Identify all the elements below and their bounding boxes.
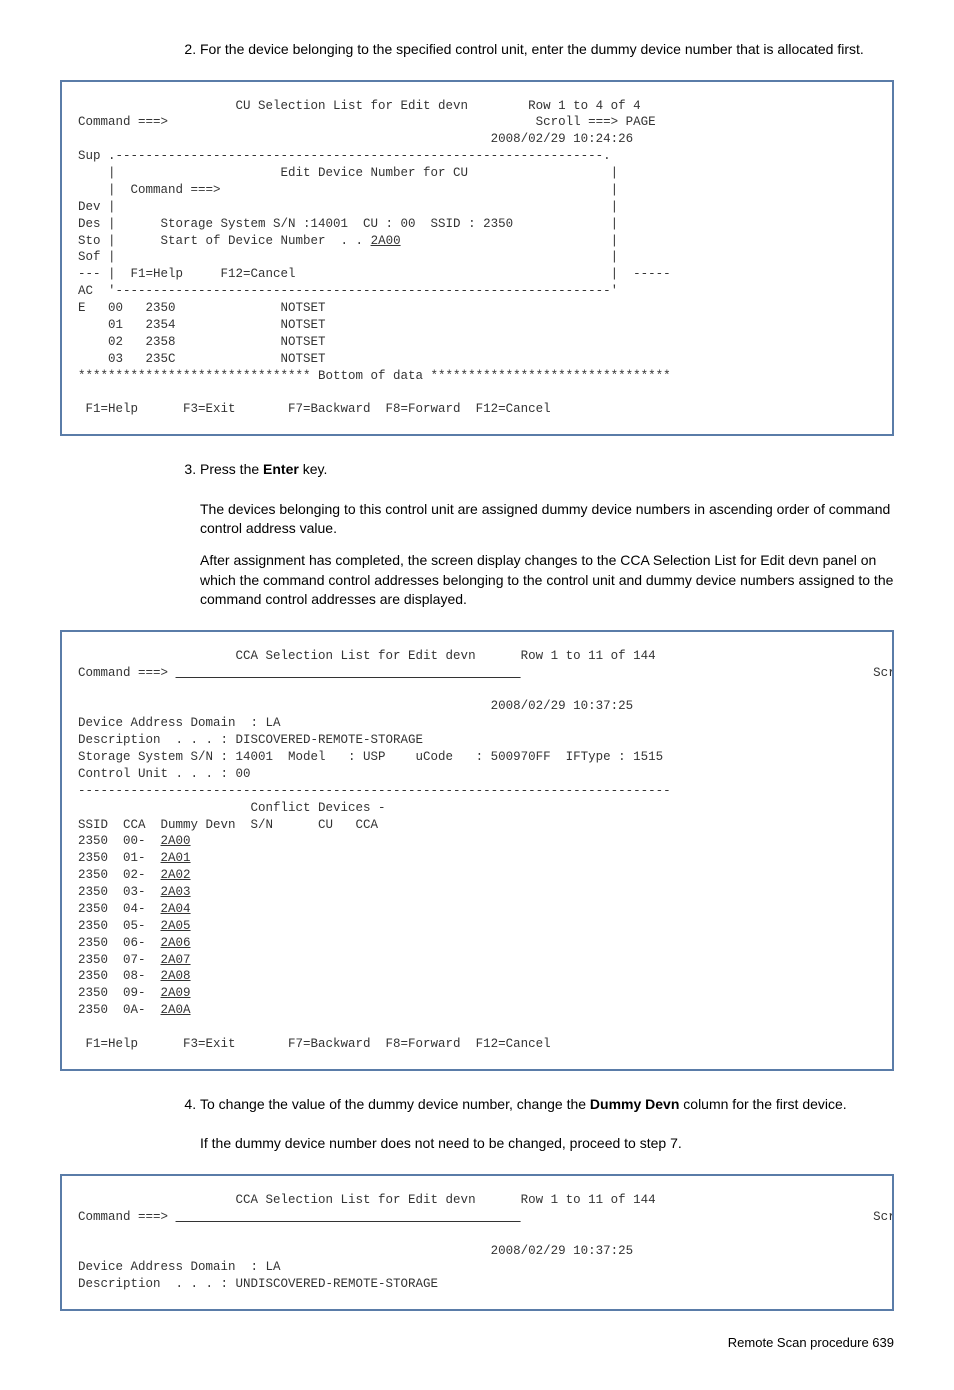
- terminal-panel-1: CU Selection List for Edit devn Row 1 to…: [60, 80, 894, 437]
- t2-d2: Description . . . : DISCOVERED-REMOTE-ST…: [78, 733, 423, 747]
- t2-cmd-input[interactable]: [176, 666, 521, 680]
- t1-fkeys: F1=Help F3=Exit F7=Backward F8=Forward F…: [78, 402, 551, 416]
- t3-title: CCA Selection List for Edit devn Row 1 t…: [78, 1193, 656, 1207]
- t3-cmdpre: Command ===>: [78, 1210, 176, 1224]
- t2-row: 2350 08-: [78, 969, 161, 983]
- t2-row: 2350 07-: [78, 953, 161, 967]
- t2-devn-0[interactable]: 2A00: [161, 834, 191, 848]
- t2-row: 2350 01-: [78, 851, 161, 865]
- step-3: Press the Enter key.: [200, 460, 894, 480]
- t2-sep: ----------------------------------------…: [78, 784, 671, 798]
- t2-hdr1: Conflict Devices -: [78, 801, 386, 815]
- s4-p1: If the dummy device number does not need…: [200, 1134, 894, 1154]
- t3-d2: Description . . . : UNDISCOVERED-REMOTE-…: [78, 1277, 438, 1291]
- t2-devn-6[interactable]: 2A06: [161, 936, 191, 950]
- t1-r3: 02 2358 NOTSET: [78, 335, 326, 349]
- t2-row: 2350 0A-: [78, 1003, 161, 1017]
- t2-devn-2[interactable]: 2A02: [161, 868, 191, 882]
- t2-devn-4[interactable]: 2A04: [161, 902, 191, 916]
- t2-d3: Storage System S/N : 14001 Model : USP u…: [78, 750, 663, 764]
- t1-r1: E 00 2350 NOTSET: [78, 301, 326, 315]
- t2-row: 2350 03-: [78, 885, 161, 899]
- terminal-panel-2: CCA Selection List for Edit devn Row 1 t…: [60, 630, 894, 1071]
- t2-date: 2008/02/29 10:37:25: [78, 699, 633, 713]
- t1-cmd: Command ===> Scroll ===> PAGE: [78, 115, 656, 129]
- t1-r4: 03 235C NOTSET: [78, 352, 326, 366]
- t2-row: 2350 05-: [78, 919, 161, 933]
- t2-devn-1[interactable]: 2A01: [161, 851, 191, 865]
- t1-l4: Des | Storage System S/N :14001 CU : 00 …: [78, 217, 618, 231]
- t3-cmd-input[interactable]: [176, 1210, 521, 1224]
- t2-cmdpre: Command ===>: [78, 666, 176, 680]
- t2-devn-9[interactable]: 2A09: [161, 986, 191, 1000]
- t1-title: CU Selection List for Edit devn Row 1 to…: [78, 99, 641, 113]
- t3-d1: Device Address Domain : LA: [78, 1260, 281, 1274]
- t1-l7: --- | F1=Help F12=Cancel | -----: [78, 267, 671, 281]
- t1-l5post: |: [401, 234, 619, 248]
- s4-a: To change the value of the dummy device …: [200, 1096, 590, 1112]
- t1-l3: Dev | |: [78, 200, 618, 214]
- t1-sup: Sup .-----------------------------------…: [78, 149, 611, 163]
- t2-row: 2350 09-: [78, 986, 161, 1000]
- s4-b: column for the first device.: [679, 1096, 846, 1112]
- terminal-panel-3: CCA Selection List for Edit devn Row 1 t…: [60, 1174, 894, 1311]
- enter-key: Enter: [263, 461, 299, 477]
- t2-devn-10[interactable]: 2A0A: [161, 1003, 191, 1017]
- t2-d1: Device Address Domain : LA: [78, 716, 281, 730]
- s3-a: Press the: [200, 461, 263, 477]
- t2-devn-5[interactable]: 2A05: [161, 919, 191, 933]
- t2-devn-8[interactable]: 2A08: [161, 969, 191, 983]
- t1-startdev-value[interactable]: 2A00: [371, 234, 401, 248]
- t1-l1: | Edit Device Number for CU |: [78, 166, 618, 180]
- s3-p1: The devices belonging to this control un…: [200, 500, 894, 539]
- t2-d4: Control Unit . . . : 00: [78, 767, 251, 781]
- t1-l8: AC '------------------------------------…: [78, 284, 618, 298]
- t2-row: 2350 04-: [78, 902, 161, 916]
- t2-cmdpost: Scroll ===>: [521, 666, 894, 680]
- t1-date: 2008/02/29 10:24:26: [78, 132, 633, 146]
- s3-p2: After assignment has completed, the scre…: [200, 551, 894, 610]
- t2-title: CCA Selection List for Edit devn Row 1 t…: [78, 649, 656, 663]
- s3-tail: key.: [299, 461, 328, 477]
- t2-fkeys: F1=Help F3=Exit F7=Backward F8=Forward F…: [78, 1037, 551, 1051]
- t2-row: 2350 02-: [78, 868, 161, 882]
- t2-row: 2350 00-: [78, 834, 161, 848]
- t2-hdr2: SSID CCA Dummy Devn S/N CU CCA: [78, 818, 378, 832]
- t1-l5pre: Sto | Start of Device Number . .: [78, 234, 371, 248]
- t2-devn-7[interactable]: 2A07: [161, 953, 191, 967]
- t1-bottom: ******************************* Bottom o…: [78, 369, 671, 383]
- t3-date: 2008/02/29 10:37:25: [78, 1244, 633, 1258]
- dummy-devn-bold: Dummy Devn: [590, 1096, 679, 1112]
- t1-l6: Sof | |: [78, 250, 618, 264]
- t2-devn-3[interactable]: 2A03: [161, 885, 191, 899]
- t1-l2: | Command ===> |: [78, 183, 618, 197]
- t1-r2: 01 2354 NOTSET: [78, 318, 326, 332]
- step-2: For the device belonging to the specifie…: [200, 40, 894, 60]
- t2-row: 2350 06-: [78, 936, 161, 950]
- t3-cmdpost: Scroll ===>: [521, 1210, 894, 1224]
- page-footer: Remote Scan procedure 639: [60, 1335, 894, 1350]
- step-4: To change the value of the dummy device …: [200, 1095, 894, 1115]
